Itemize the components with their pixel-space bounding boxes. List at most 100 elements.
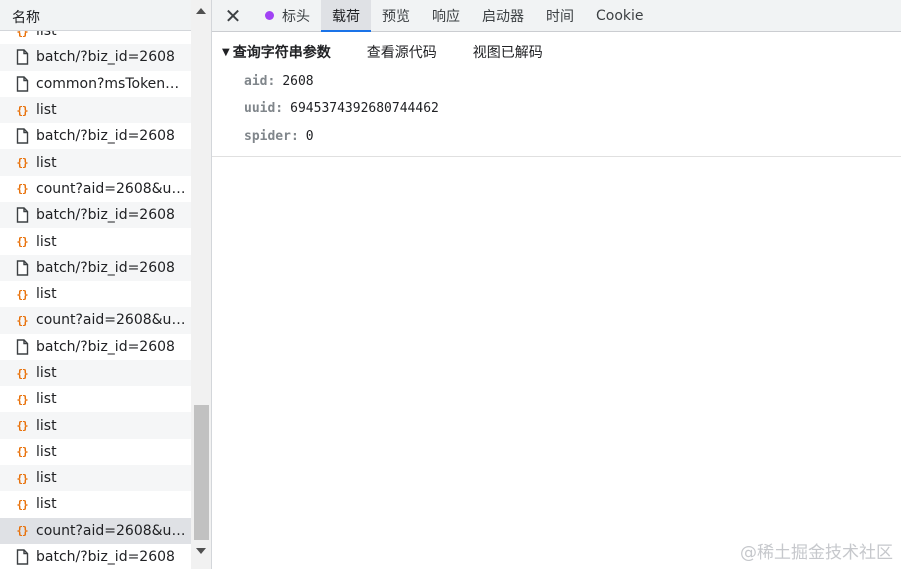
document-icon <box>14 76 30 92</box>
request-row[interactable]: {} list <box>0 31 191 44</box>
request-row[interactable]: batch/?biz_id=2608 <box>0 123 191 149</box>
tab-headers[interactable]: 标头 <box>254 0 321 31</box>
request-row[interactable]: {} list <box>0 149 191 176</box>
detail-tabbar: ✕ 标头 载荷 预览 响应 启动器 时间 Cookie <box>212 0 901 32</box>
request-name: list <box>36 365 57 381</box>
section-header[interactable]: ▼ 查询字符串参数 查看源代码 视图已解码 <box>222 42 543 62</box>
request-row[interactable]: batch/?biz_id=2608 <box>0 334 191 360</box>
close-icon[interactable]: ✕ <box>212 0 254 31</box>
request-name: list <box>36 102 57 119</box>
script-braces-icon: {} <box>16 392 28 406</box>
scroll-up-arrow-icon[interactable] <box>196 8 206 14</box>
script-braces-icon: {} <box>16 182 28 196</box>
param-value: 2608 <box>282 74 314 89</box>
scroll-down-arrow-icon[interactable] <box>196 548 206 554</box>
headers-dot-icon <box>265 11 274 20</box>
list-scrollbar[interactable] <box>191 0 211 569</box>
request-name: count?aid=2608&uui... <box>36 180 190 197</box>
script-braces-icon: {} <box>16 287 28 301</box>
request-name: list <box>36 417 57 434</box>
request-name: list <box>36 443 57 460</box>
scrollbar-thumb[interactable] <box>194 405 209 540</box>
request-name: batch/?biz_id=2608 <box>36 259 175 276</box>
tab-preview[interactable]: 预览 <box>371 0 421 31</box>
tab-payload[interactable]: 载荷 <box>321 0 371 32</box>
script-braces-icon: {} <box>16 103 28 117</box>
script-braces-icon: {} <box>16 524 28 538</box>
request-name: list <box>36 391 57 408</box>
tab-label: Cookie <box>596 7 644 24</box>
request-list-panel: 名称 {} list batch/?biz_id=2608 common?msToke… <box>0 0 212 569</box>
param-value: 6945374392680744462 <box>290 101 439 116</box>
script-braces-icon: {} <box>16 366 28 380</box>
request-row[interactable]: batch/?biz_id=2608 <box>0 202 191 229</box>
tab-response[interactable]: 响应 <box>421 0 471 31</box>
tab-label: 载荷 <box>332 8 360 25</box>
tab-label: 启动器 <box>482 8 524 25</box>
request-row[interactable]: {} list <box>0 491 191 517</box>
query-string-section: ▼ 查询字符串参数 查看源代码 视图已解码 aid: 2608 uuid: 69… <box>212 33 901 157</box>
request-name: batch/?biz_id=2608 <box>36 207 175 224</box>
request-name: batch/?biz_id=2608 <box>36 49 175 66</box>
tab-label: 时间 <box>546 8 574 25</box>
request-name: list <box>36 154 57 171</box>
request-name: common?msToken=... <box>36 75 190 92</box>
request-rows: {} list batch/?biz_id=2608 common?msToken=.… <box>0 31 191 569</box>
param-key: aid: <box>244 74 276 89</box>
request-row[interactable]: {} list <box>0 465 191 492</box>
tab-timing[interactable]: 时间 <box>535 0 585 31</box>
request-row[interactable]: batch/?biz_id=2608 <box>0 44 191 71</box>
script-braces-icon: {} <box>16 313 28 327</box>
request-row[interactable]: {} list <box>0 96 191 124</box>
request-name: list <box>36 286 57 303</box>
script-braces-icon: {} <box>16 445 28 459</box>
request-row[interactable]: {} list <box>0 412 191 439</box>
script-braces-icon: {} <box>16 471 28 485</box>
name-column-header[interactable]: 名称 <box>0 0 191 31</box>
script-braces-icon: {} <box>16 156 28 170</box>
tab-label: 标头 <box>282 8 310 25</box>
request-detail-panel: ✕ 标头 载荷 预览 响应 启动器 时间 Cookie ▼ 查询字符串参数 查看… <box>212 0 901 569</box>
view-source-link[interactable]: 查看源代码 <box>367 42 437 62</box>
document-icon <box>14 339 30 355</box>
request-name: batch/?biz_id=2608 <box>36 338 175 355</box>
tab-label: 预览 <box>382 8 410 25</box>
tab-cookies[interactable]: Cookie <box>585 0 655 31</box>
request-row[interactable]: {} count?aid=2608&uui... <box>0 176 191 202</box>
tab-label: 响应 <box>432 8 460 25</box>
request-row[interactable]: {} list <box>0 228 191 254</box>
request-row[interactable]: {} count?aid=2608&uui... <box>0 517 191 544</box>
param-key: spider: <box>244 129 299 144</box>
param-row-aid: aid: 2608 <box>244 74 314 89</box>
request-row[interactable]: {} list <box>0 281 191 307</box>
request-row[interactable]: {} list <box>0 439 191 465</box>
triangle-down-icon[interactable]: ▼ <box>222 47 230 58</box>
request-row[interactable]: {} count?aid=2608&uui... <box>0 307 191 334</box>
request-name: list <box>36 233 57 250</box>
request-name: count?aid=2608&uui... <box>36 522 190 539</box>
section-title[interactable]: 查询字符串参数 <box>233 42 331 62</box>
watermark: @稀土掘金技术社区 <box>740 543 893 563</box>
request-row[interactable]: batch/?biz_id=2608 <box>0 544 191 569</box>
request-row[interactable]: {} list <box>0 359 191 387</box>
document-icon <box>14 549 30 565</box>
request-name: list <box>36 470 57 487</box>
request-name: count?aid=2608&uui... <box>36 312 190 329</box>
param-row-uuid: uuid: 6945374392680744462 <box>244 101 439 116</box>
request-row[interactable]: common?msToken=... <box>0 71 191 97</box>
script-braces-icon: {} <box>16 419 28 433</box>
request-name: list <box>36 31 57 40</box>
request-name: batch/?biz_id=2608 <box>36 128 175 145</box>
script-braces-icon: {} <box>16 497 28 511</box>
request-row[interactable]: {} list <box>0 386 191 412</box>
document-icon <box>14 128 30 145</box>
document-icon <box>14 260 30 276</box>
view-decoded-link[interactable]: 视图已解码 <box>473 42 543 62</box>
request-row[interactable]: batch/?biz_id=2608 <box>0 254 191 281</box>
param-row-spider: spider: 0 <box>244 129 314 144</box>
request-list: {} list batch/?biz_id=2608 common?msToken=.… <box>0 31 191 569</box>
request-name: batch/?biz_id=2608 <box>36 549 175 566</box>
tab-initiator[interactable]: 启动器 <box>471 0 535 31</box>
param-key: uuid: <box>244 101 284 116</box>
script-braces-icon: {} <box>16 235 28 249</box>
